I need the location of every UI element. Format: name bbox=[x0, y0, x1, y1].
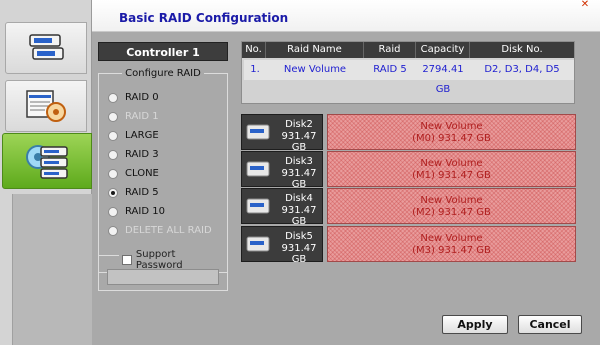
radio-label: RAID 10 bbox=[125, 206, 165, 217]
radio-raid-10[interactable]: RAID 10 bbox=[108, 206, 165, 217]
password-checkbox[interactable] bbox=[122, 255, 132, 265]
disk-item[interactable]: Disk5 931.47 GB bbox=[241, 226, 323, 265]
table-header-no: No. bbox=[242, 42, 266, 58]
radio-large[interactable]: LARGE bbox=[108, 130, 159, 141]
main-panel: Controller 1 Configure RAID RAID 0 RAID … bbox=[92, 32, 600, 345]
raid-gear-icon bbox=[26, 145, 68, 179]
disk-name: Disk4 bbox=[285, 193, 313, 204]
radio-raid-5[interactable]: RAID 5 bbox=[108, 187, 159, 198]
radio-button bbox=[108, 111, 118, 122]
member-volume: New Volume bbox=[420, 158, 483, 169]
cell-raid-level: RAID 5 bbox=[364, 60, 416, 80]
radio-label: DELETE ALL RAID bbox=[125, 225, 212, 236]
radio-button[interactable] bbox=[108, 92, 118, 103]
raid-config-window: Basic RAID Configuration ✕ Controller 1 … bbox=[0, 0, 600, 345]
cell-no: 1. bbox=[244, 60, 266, 80]
radio-label: CLONE bbox=[125, 168, 159, 179]
radio-label: RAID 1 bbox=[125, 111, 159, 122]
radio-delete-all-raid: DELETE ALL RAID bbox=[108, 225, 212, 236]
left-nav-rail bbox=[0, 0, 92, 345]
table-header-raid-level: Raid Level bbox=[364, 42, 416, 71]
password-field[interactable] bbox=[107, 269, 219, 285]
apply-button[interactable]: Apply bbox=[442, 315, 508, 334]
rail-tab-raid-config[interactable] bbox=[2, 133, 92, 189]
member-detail: (M1) 931.47 GB bbox=[412, 170, 491, 181]
disk-size: 931.47 GB bbox=[281, 243, 317, 265]
drive-gauge-icon bbox=[26, 90, 66, 122]
rail-tab-drive-info[interactable] bbox=[5, 80, 87, 132]
disk-item[interactable]: Disk3 931.47 GB bbox=[241, 151, 323, 190]
hard-drive-icon bbox=[246, 198, 270, 214]
radio-button bbox=[108, 225, 118, 236]
table-header-capacity: Capacity bbox=[416, 42, 470, 58]
raid-member-slot[interactable]: New Volume (M0) 931.47 GB bbox=[327, 114, 576, 150]
radio-label: RAID 5 bbox=[125, 187, 159, 198]
radio-label: RAID 3 bbox=[125, 149, 159, 160]
raid-table: No. Raid Name Raid Level Capacity Disk N… bbox=[241, 41, 575, 104]
disk-size: 931.47 GB bbox=[281, 168, 317, 190]
disk-name: Disk5 bbox=[285, 231, 313, 242]
member-detail: (M3) 931.47 GB bbox=[412, 245, 491, 256]
table-header-raid-name: Raid Name bbox=[266, 42, 364, 58]
radio-clone[interactable]: CLONE bbox=[108, 168, 159, 179]
raid-member-slot[interactable]: New Volume (M3) 931.47 GB bbox=[327, 226, 576, 262]
radio-button[interactable] bbox=[108, 130, 118, 141]
member-detail: (M0) 931.47 GB bbox=[412, 133, 491, 144]
raid-level-group: Configure RAID RAID 0 RAID 1 LARGE RAID … bbox=[98, 68, 228, 273]
disk-item[interactable]: Disk2 931.47 GB bbox=[241, 114, 323, 153]
rail-filler bbox=[12, 194, 92, 345]
title-bar: Basic RAID Configuration ✕ bbox=[92, 0, 600, 32]
cancel-button[interactable]: Cancel bbox=[518, 315, 582, 334]
controller-label: Controller 1 bbox=[98, 42, 228, 61]
radio-label: RAID 0 bbox=[125, 92, 159, 103]
password-group: Support Password bbox=[98, 249, 228, 291]
hard-drive-icon bbox=[246, 124, 270, 140]
radio-button[interactable] bbox=[108, 206, 118, 217]
cell-capacity: 2794.41 GB bbox=[416, 60, 470, 95]
radio-button-selected[interactable] bbox=[108, 187, 118, 198]
rail-tab-disk-list[interactable] bbox=[5, 22, 87, 74]
disk-size: 931.47 GB bbox=[281, 131, 317, 153]
table-header-disk-no: Disk No. bbox=[470, 42, 574, 58]
radio-raid-0[interactable]: RAID 0 bbox=[108, 92, 159, 103]
raid-member-slot[interactable]: New Volume (M2) 931.47 GB bbox=[327, 188, 576, 224]
disk-list-icon bbox=[29, 34, 64, 60]
radio-button[interactable] bbox=[108, 149, 118, 160]
raid-member-slot[interactable]: New Volume (M1) 931.47 GB bbox=[327, 151, 576, 187]
disk-name: Disk3 bbox=[285, 156, 313, 167]
hard-drive-icon bbox=[246, 161, 270, 177]
disk-item[interactable]: Disk4 931.47 GB bbox=[241, 188, 323, 227]
disk-name: Disk2 bbox=[285, 119, 313, 130]
radio-raid-1: RAID 1 bbox=[108, 111, 159, 122]
disk-size: 931.47 GB bbox=[281, 205, 317, 227]
member-volume: New Volume bbox=[420, 195, 483, 206]
member-volume: New Volume bbox=[420, 233, 483, 244]
close-icon[interactable]: ✕ bbox=[576, 0, 594, 10]
password-checkbox-label: Support Password bbox=[135, 249, 183, 271]
hard-drive-icon bbox=[246, 236, 270, 252]
cell-raid-name: New Volume bbox=[266, 60, 364, 80]
support-password-toggle[interactable]: Support Password bbox=[119, 249, 227, 271]
radio-label: LARGE bbox=[125, 130, 159, 141]
radio-button[interactable] bbox=[108, 168, 118, 179]
radio-raid-3[interactable]: RAID 3 bbox=[108, 149, 159, 160]
raid-group-legend: Configure RAID bbox=[122, 68, 204, 79]
member-detail: (M2) 931.47 GB bbox=[412, 207, 491, 218]
page-title: Basic RAID Configuration bbox=[119, 11, 289, 25]
member-volume: New Volume bbox=[420, 121, 483, 132]
cell-disk-no: D2, D3, D4, D5 bbox=[470, 60, 574, 80]
